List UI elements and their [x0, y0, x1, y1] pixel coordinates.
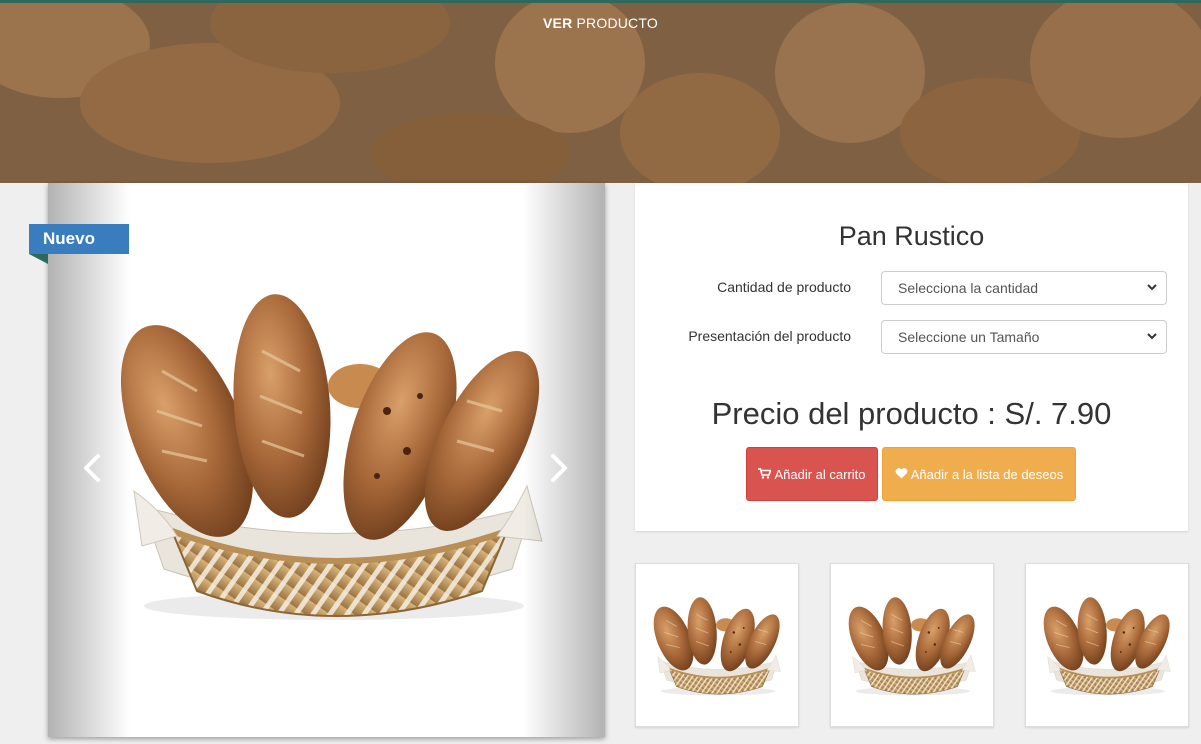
product-details-panel: Pan Rustico Cantidad de producto Selecci… [635, 183, 1188, 531]
size-select-value: Seleccione un Tamaño [898, 329, 1040, 345]
product-price: Precio del producto : S/. 7.90 [711, 396, 1112, 431]
add-to-cart-button[interactable]: Añadir al carrito [746, 447, 878, 501]
new-badge: Nuevo [29, 224, 129, 254]
product-main-image [102, 291, 567, 621]
thumbnail-image [843, 596, 983, 696]
chevron-left-icon[interactable] [78, 451, 108, 485]
chevron-down-icon [1146, 321, 1158, 365]
chevron-down-icon [1146, 272, 1158, 316]
quantity-select[interactable]: Selecciona la cantidad [881, 271, 1167, 305]
thumbnail-image [648, 596, 788, 696]
product-name: Pan Rustico [838, 221, 985, 251]
product-image-carousel[interactable] [48, 183, 605, 737]
quantity-label: Cantidad de producto [717, 279, 851, 295]
add-to-wishlist-button[interactable]: Añadir a la lista de deseos [882, 447, 1076, 501]
product-thumbnail[interactable] [1025, 563, 1189, 727]
size-select[interactable]: Seleccione un Tamaño [881, 320, 1167, 354]
chevron-right-icon[interactable] [543, 451, 573, 485]
product-thumbnail[interactable] [830, 563, 994, 727]
shopping-cart-icon [758, 448, 773, 502]
page-title: VER PRODUCTO [543, 15, 658, 31]
product-thumbnail[interactable] [635, 563, 799, 727]
hero-banner: VER PRODUCTO [0, 0, 1201, 183]
size-label: Presentación del producto [688, 328, 851, 344]
quantity-select-value: Selecciona la cantidad [898, 280, 1039, 296]
heart-icon [895, 448, 908, 502]
thumbnail-image [1038, 596, 1178, 696]
badge-ribbon-fold [29, 254, 48, 264]
